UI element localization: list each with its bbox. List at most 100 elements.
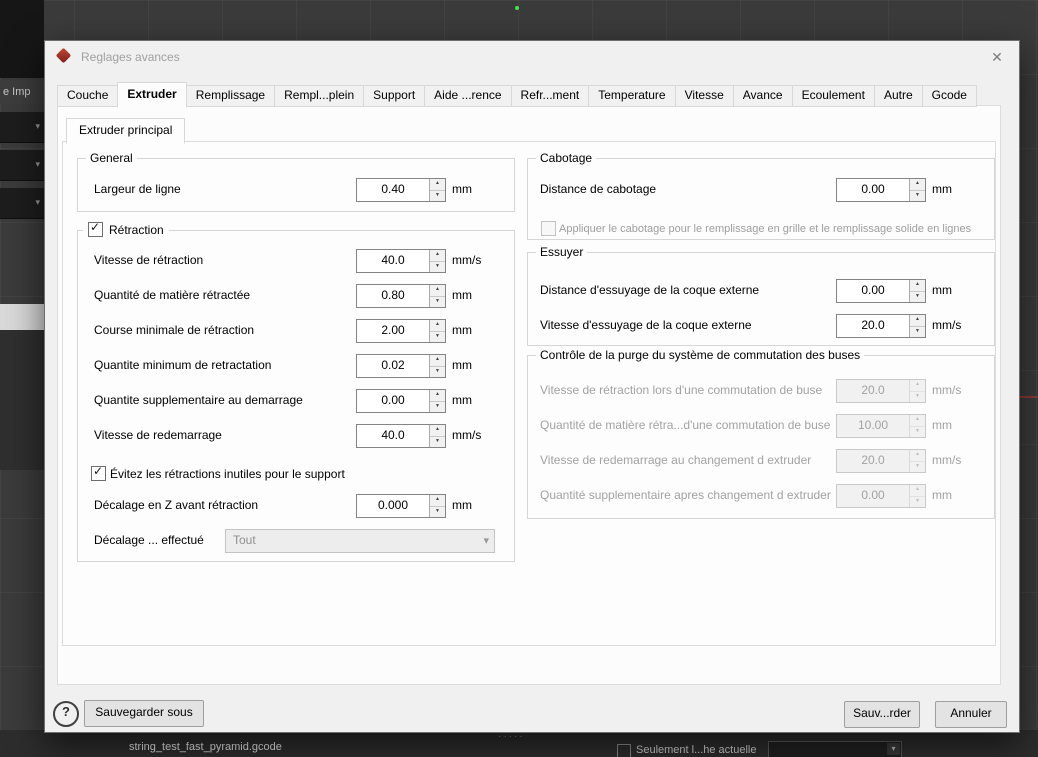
setting-label: Quantite supplementaire au demarrage [94, 393, 303, 407]
group-general: General Largeur de ligne 0.40 ▲ ▼ mm [77, 151, 515, 212]
spin-vitesse-redemarrage[interactable]: 40.0 ▲ ▼ [356, 424, 446, 448]
tab-extruder[interactable]: Extruder [117, 82, 187, 108]
sidebar-row[interactable]: ▾ [0, 112, 44, 143]
tab-rempl-plein[interactable]: Rempl...plein [274, 85, 365, 107]
spin-value: 20.0 [861, 318, 885, 332]
setting-unit: mm [932, 418, 952, 432]
group-title: Cabotage [536, 151, 597, 165]
spin-up-button: ▲ [910, 450, 925, 462]
spin-up-button[interactable]: ▲ [430, 495, 445, 507]
current-layer-checkbox[interactable] [617, 744, 631, 757]
chevron-down-icon: ▾ [35, 121, 40, 131]
spin-down-button: ▼ [910, 391, 925, 402]
sidebar-row-light[interactable] [0, 304, 44, 330]
spin-purge-quantite-retractee: 10.00 ▲ ▼ [836, 414, 926, 438]
row-distance-cabotage: Distance de cabotage 0.00 ▲ ▼ mm [528, 178, 994, 202]
row-purge-quantite-retractee: Quantité de matière rétra...d'une commut… [528, 414, 994, 438]
spin-up-button: ▲ [910, 415, 925, 427]
tab-extruder-principal[interactable]: Extruder principal [66, 118, 186, 144]
spin-decalage-z[interactable]: 0.000 ▲ ▼ [356, 494, 446, 518]
row-purge-vitesse-redemarrage: Vitesse de redemarrage au changement d e… [528, 449, 994, 473]
spin-largeur-ligne[interactable]: 0.40 ▲ ▼ [356, 178, 446, 202]
checkbox-label: Évitez les rétractions inutiles pour le … [110, 467, 345, 481]
spin-up-button[interactable]: ▲ [430, 355, 445, 367]
row-vitesse-redemarrage: Vitesse de redemarrage 40.0 ▲ ▼ mm/s [78, 424, 514, 448]
spin-up-button[interactable]: ▲ [430, 320, 445, 332]
tab-temperature[interactable]: Temperature [588, 85, 676, 107]
sidebar-row[interactable]: ▾ [0, 150, 44, 181]
axis-origin-dot [515, 6, 519, 10]
spin-purge-quantite-supplementaire: 0.00 ▲ ▼ [836, 484, 926, 508]
spin-down-button[interactable]: ▼ [430, 296, 445, 307]
spin-down-button[interactable]: ▼ [430, 331, 445, 342]
spinner-buttons: ▲ ▼ [429, 285, 445, 307]
spin-up-button[interactable]: ▲ [910, 280, 925, 292]
combo-decalage: Tout ▾ [225, 529, 495, 553]
spin-vitesse-retraction[interactable]: 40.0 ▲ ▼ [356, 249, 446, 273]
spin-value: 10.00 [857, 418, 889, 432]
bottom-combo[interactable]: ▾ [768, 741, 902, 757]
tab-support[interactable]: Support [363, 85, 426, 107]
spin-down-button[interactable]: ▼ [430, 506, 445, 517]
save-as-button[interactable]: Sauvegarder sous [84, 700, 204, 727]
setting-label: Vitesse de rétraction [94, 253, 204, 267]
spin-down-button[interactable]: ▼ [430, 261, 445, 272]
close-icon[interactable]: ✕ [985, 47, 1009, 67]
spinner-buttons: ▲ ▼ [909, 485, 925, 507]
spin-distance-essuyage[interactable]: 0.00 ▲ ▼ [836, 279, 926, 303]
checkbox-eviter-retractions[interactable] [91, 464, 106, 481]
spin-quantite-retractee[interactable]: 0.80 ▲ ▼ [356, 284, 446, 308]
spinner-buttons: ▲ ▼ [429, 250, 445, 272]
spin-up-button[interactable]: ▲ [430, 425, 445, 437]
tab-autre[interactable]: Autre [873, 85, 923, 107]
tab-refroidissement[interactable]: Refr...ment [510, 85, 590, 107]
tab-ecoulement[interactable]: Ecoulement [791, 85, 875, 107]
spin-up-button[interactable]: ▲ [910, 315, 925, 327]
cancel-button[interactable]: Annuler [935, 701, 1007, 728]
spin-up-button[interactable]: ▲ [430, 250, 445, 262]
spin-up-button[interactable]: ▲ [430, 179, 445, 191]
group-cabotage: Cabotage Distance de cabotage 0.00 ▲ ▼ mm… [527, 151, 995, 240]
tab-vitesse[interactable]: Vitesse [674, 85, 734, 107]
setting-label: Vitesse de rétraction lors d'une commuta… [540, 383, 823, 397]
setting-label: Vitesse de redemarrage [94, 428, 222, 442]
spin-vitesse-essuyage[interactable]: 20.0 ▲ ▼ [836, 314, 926, 338]
setting-label: Quantité de matière rétractée [94, 288, 251, 302]
tab-remplissage[interactable]: Remplissage [185, 85, 276, 107]
help-button[interactable]: ? [53, 701, 79, 727]
setting-label: Décalage ... effectué [94, 533, 204, 547]
spin-down-button[interactable]: ▼ [910, 291, 925, 302]
row-purge-quantite-supplementaire: Quantité supplementaire apres changement… [528, 484, 994, 508]
row-vitesse-retraction: Vitesse de rétraction 40.0 ▲ ▼ mm/s [78, 249, 514, 273]
spin-course-minimale[interactable]: 2.00 ▲ ▼ [356, 319, 446, 343]
tab-aide-adherence[interactable]: Aide ...rence [424, 85, 512, 107]
save-button[interactable]: Sauv...rder [844, 701, 920, 728]
spin-down-button[interactable]: ▼ [430, 401, 445, 412]
spin-down-button[interactable]: ▼ [430, 366, 445, 377]
combo-value: Tout [233, 533, 256, 547]
spin-value: 0.02 [381, 358, 405, 372]
sidebar-tab[interactable]: e Imp [0, 80, 47, 104]
extruder-principal-panel: General Largeur de ligne 0.40 ▲ ▼ mm ✓ R… [62, 141, 996, 646]
spin-down-button[interactable]: ▼ [910, 326, 925, 337]
setting-label: Quantite minimum de retractation [94, 358, 272, 372]
status-bar: string_test_fast_pyramid.gcode ····· Seu… [0, 730, 1038, 757]
spin-up-button[interactable]: ▲ [910, 179, 925, 191]
spin-distance-cabotage[interactable]: 0.00 ▲ ▼ [836, 178, 926, 202]
tab-gcode[interactable]: Gcode [921, 85, 977, 107]
sidebar-row[interactable]: ▾ [0, 188, 44, 219]
checkbox-retraction[interactable] [88, 220, 103, 237]
spin-quantite-supplementaire[interactable]: 0.00 ▲ ▼ [356, 389, 446, 413]
spin-down-button[interactable]: ▼ [910, 190, 925, 201]
spin-up-button[interactable]: ▲ [430, 285, 445, 297]
spin-quantite-minimum[interactable]: 0.02 ▲ ▼ [356, 354, 446, 378]
tab-avance[interactable]: Avance [732, 85, 793, 107]
tab-couche[interactable]: Couche [57, 85, 119, 107]
spinner-buttons: ▲ ▼ [909, 450, 925, 472]
spin-down-button[interactable]: ▼ [430, 436, 445, 447]
spin-up-button[interactable]: ▲ [430, 390, 445, 402]
setting-unit: mm/s [932, 453, 962, 467]
spin-down-button[interactable]: ▼ [430, 190, 445, 201]
setting-unit: mm [452, 182, 472, 196]
row-decalage-effectue: Décalage ... effectué Tout ▾ [78, 529, 514, 553]
